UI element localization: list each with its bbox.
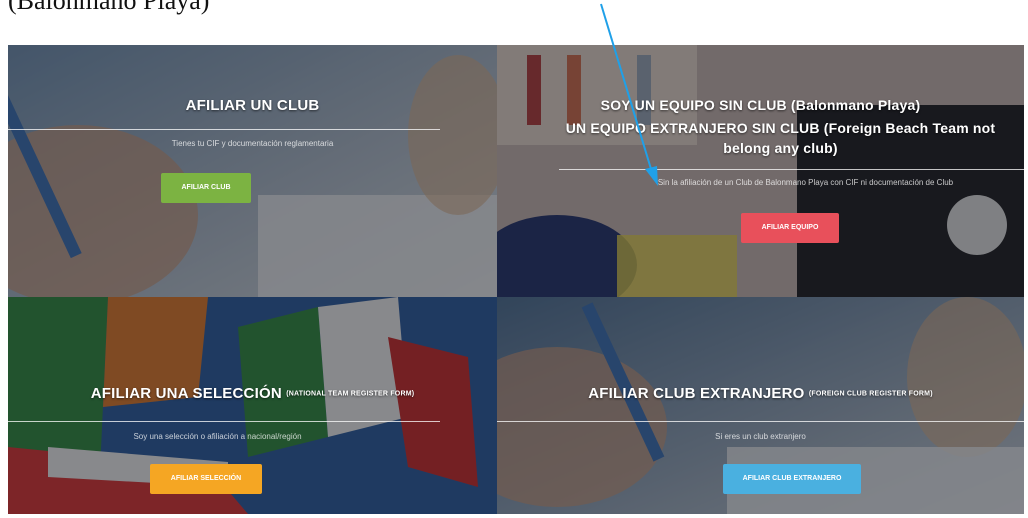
panel-title-main: AFILIAR CLUB EXTRANJERO <box>588 385 805 402</box>
divider <box>8 129 440 130</box>
caption-text: (Balonmano Playa) <box>8 0 210 15</box>
panel-subtitle: Soy una selección o afiliación a naciona… <box>133 432 302 441</box>
panel-title-note: (NATIONAL TEAM REGISTER FORM) <box>286 390 415 398</box>
panel-affiliate-club: AFILIAR UN CLUB Tienes tu CIF y document… <box>8 45 497 297</box>
panel-affiliate-team: SOY UN EQUIPO SIN CLUB (Balonmano Playa)… <box>497 45 1024 297</box>
affiliate-selection-button[interactable]: AFILIAR SELECCIÓN <box>150 464 262 494</box>
affiliate-club-button[interactable]: AFILIAR CLUB <box>161 173 251 203</box>
affiliate-foreign-club-button[interactable]: AFILIAR CLUB EXTRANJERO <box>723 464 861 494</box>
panel-title-main: AFILIAR UNA SELECCIÓN <box>90 385 282 402</box>
panel-title: SOY UN EQUIPO SIN CLUB (Balonmano Playa) <box>600 97 921 113</box>
panel-subtitle: Si eres un club extranjero <box>715 432 806 441</box>
panel-title-note: (FOREIGN CLUB REGISTER FORM) <box>808 390 933 398</box>
panel-affiliate-selection: AFILIAR UNA SELECCIÓN (NATIONAL TEAM REG… <box>8 297 497 514</box>
panel-title: AFILIAR UNA SELECCIÓN (NATIONAL TEAM REG… <box>8 385 497 402</box>
affiliation-grid: AFILIAR UN CLUB Tienes tu CIF y document… <box>8 45 1024 514</box>
panel-subtitle: Tienes tu CIF y documentación reglamenta… <box>171 139 334 148</box>
affiliate-team-button[interactable]: AFILIAR EQUIPO <box>741 213 839 243</box>
panel-title-secondary: UN EQUIPO EXTRANJERO SIN CLUB (Foreign B… <box>565 120 996 156</box>
panel-subtitle: Sin la afiliación de un Club de Balonman… <box>657 178 954 187</box>
panel-title: AFILIAR UN CLUB <box>185 97 320 114</box>
divider <box>559 169 1024 170</box>
divider <box>8 421 440 422</box>
panel-affiliate-foreign-club: AFILIAR CLUB EXTRANJERO (FOREIGN CLUB RE… <box>497 297 1024 514</box>
divider <box>497 421 1024 422</box>
panel-title: AFILIAR CLUB EXTRANJERO (FOREIGN CLUB RE… <box>497 385 1024 402</box>
